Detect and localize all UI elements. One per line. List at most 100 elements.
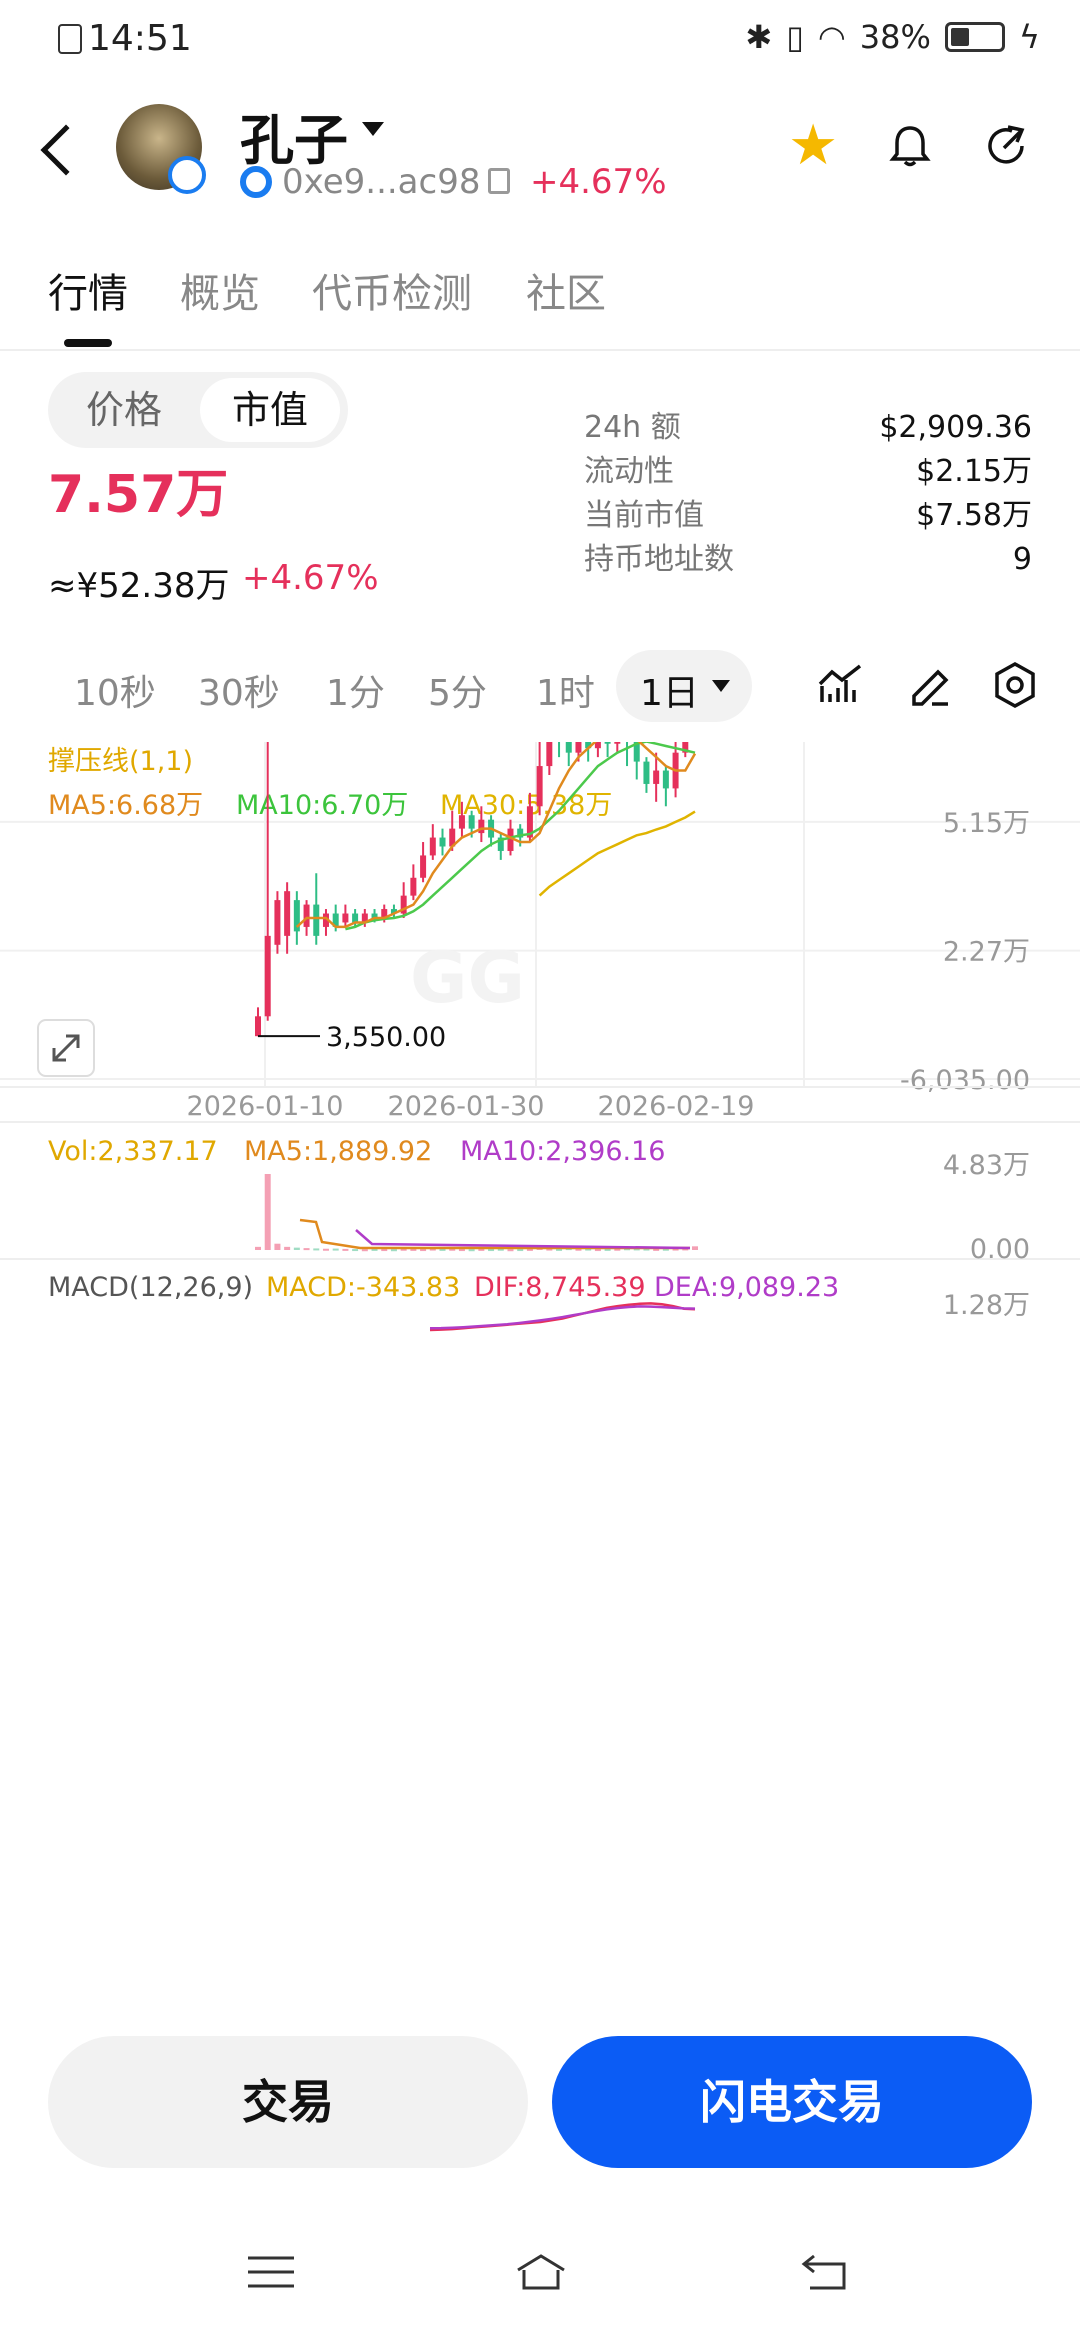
candle-body (303, 904, 310, 927)
share-icon[interactable] (984, 124, 1028, 168)
dea-label: DEA:9,089.23 (654, 1272, 839, 1303)
chain-icon (240, 166, 272, 198)
dif-label: DIF:8,745.39 (474, 1272, 646, 1303)
copy-icon[interactable] (488, 168, 510, 194)
indicator-label: 撑压线(1,1) (48, 746, 193, 777)
macd-title: MACD(12,26,9) (48, 1272, 253, 1303)
interval-10s[interactable]: 10秒 (74, 664, 156, 716)
tab-underline (64, 339, 112, 347)
battery-percent: 38% (859, 18, 931, 56)
candle-body (536, 766, 543, 807)
vol-ma5-line (299, 1218, 690, 1250)
y-tick-label: 5.15万 (943, 808, 1030, 839)
ma5-label: MA5:6.68万 (48, 790, 203, 821)
candle-body (662, 770, 669, 789)
stat-row: 当前市值 $7.58万 (584, 498, 1032, 533)
x-tick-label: 2026-01-30 (388, 1091, 545, 1122)
back-icon[interactable] (40, 124, 92, 176)
candle-body (565, 739, 572, 753)
candle-body (653, 770, 660, 784)
volume-bar (352, 1249, 359, 1252)
header-change: +4.67% (530, 162, 667, 202)
kline-chart[interactable]: 10.90万8.02万5.15万2.27万-6,035.00撑压线(1,1)MA… (0, 551, 1080, 1987)
status-time: 14:51 (88, 18, 192, 59)
bottom-actions: 交易 闪电交易 (0, 2002, 1080, 2340)
candle-body (478, 819, 485, 834)
flash-trade-button[interactable]: 闪电交易 (552, 2036, 1032, 2168)
x-tick-label: 2026-02-19 (598, 1091, 755, 1122)
chevron-down-icon[interactable] (362, 122, 384, 136)
interval-1h[interactable]: 1时 (536, 664, 595, 716)
y-tick-label: -6,035.00 (900, 1065, 1030, 1096)
market-value: 7.57万 (48, 465, 229, 525)
volume-bar (322, 1248, 329, 1251)
tab-overview[interactable]: 概览 (180, 261, 260, 319)
volume-bar (488, 1249, 495, 1252)
volume-bar (468, 1249, 475, 1252)
volume-bar (594, 1249, 601, 1252)
volume-bar (420, 1249, 427, 1252)
vol-ma10-label: MA10:2,396.16 (460, 1136, 665, 1167)
chevron-down-icon (712, 680, 730, 692)
candle-body (284, 891, 291, 936)
volume-bar (517, 1249, 524, 1252)
candle-body (352, 913, 359, 923)
candle-body (614, 725, 621, 744)
interval-1d[interactable]: 1日 (616, 650, 752, 722)
volume-bar (284, 1246, 291, 1250)
toggle-price[interactable]: 价格 (54, 378, 194, 442)
toggle-market-cap[interactable]: 市值 (200, 378, 340, 442)
candle-body (575, 734, 582, 753)
stat-row: 持币地址数 9 (584, 542, 1032, 577)
candle-body (468, 815, 475, 829)
cny-value: ≈¥52.38万 (48, 566, 230, 606)
candle-body (313, 904, 320, 936)
volume-bar (390, 1249, 397, 1252)
indicator-icon[interactable] (816, 660, 866, 710)
candle-body (604, 721, 611, 744)
tab-token-check[interactable]: 代币检测 (312, 261, 472, 319)
volume-bar (361, 1249, 368, 1252)
candle-body (429, 837, 436, 856)
vol-ma5-label: MA5:1,889.92 (244, 1136, 432, 1167)
x-tick-label: 2026-01-10 (187, 1091, 344, 1122)
tab-community[interactable]: 社区 (526, 261, 606, 319)
interval-30s[interactable]: 30秒 (198, 664, 280, 716)
bell-icon[interactable] (888, 124, 932, 168)
stat-row: 流动性 $2.15万 (584, 454, 1032, 489)
price-mode-toggle: 价格 市值 (48, 372, 348, 448)
interval-1m[interactable]: 1分 (326, 664, 385, 716)
vol-label: Vol:2,337.17 (48, 1136, 218, 1167)
draw-icon[interactable] (904, 660, 954, 710)
battery-icon (944, 22, 1005, 52)
star-icon[interactable]: ★ (788, 118, 838, 174)
candle-body (264, 935, 271, 1017)
low-label: 3,550.00 (326, 1022, 446, 1053)
volume-bar (313, 1248, 320, 1251)
macd-label: MACD:-343.83 (266, 1272, 460, 1303)
chain-badge-icon (168, 156, 206, 194)
candle-body (546, 730, 553, 767)
volume-bar (332, 1248, 339, 1251)
home-icon[interactable] (516, 2252, 566, 2292)
interval-bar: 10秒 30秒 1分 5分 1时 1日 (0, 646, 1080, 730)
charging-icon: ϟ (1018, 18, 1040, 56)
menu-icon[interactable] (246, 2252, 296, 2292)
trade-button[interactable]: 交易 (48, 2036, 528, 2168)
vibrate-icon: ▯ (786, 18, 804, 56)
settings-icon[interactable] (990, 660, 1040, 710)
ma5-line (295, 733, 697, 929)
volume-bar (293, 1247, 300, 1250)
volume-bar (264, 1174, 271, 1250)
y-tick-label: 2.27万 (943, 937, 1030, 968)
sim-icon (58, 24, 82, 54)
candle-body (410, 877, 417, 896)
volume-bar (381, 1249, 388, 1252)
ma10-label: MA10:6.70万 (236, 790, 408, 821)
dea-line (429, 1305, 696, 1330)
volume-bar (342, 1248, 349, 1251)
interval-5m[interactable]: 5分 (428, 664, 487, 716)
tab-market[interactable]: 行情 (48, 261, 128, 319)
token-header: 孔子 0xe9...ac98 +4.67% ★ (0, 84, 1080, 224)
back-nav-icon[interactable] (800, 2252, 850, 2292)
